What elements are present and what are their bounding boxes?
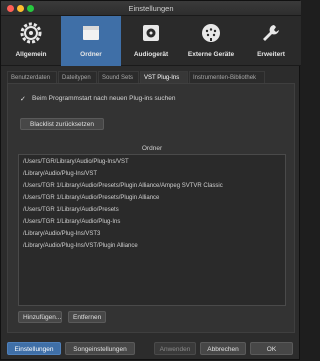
toolbar-item-audiogeraet[interactable]: Audiogerät	[121, 16, 181, 66]
toolbar-item-ordner[interactable]: Ordner	[61, 16, 121, 66]
list-item[interactable]: /Users/TGR 1/Library/Audio/Plug-Ins	[23, 219, 120, 229]
add-folder-button[interactable]: Hinzufügen...	[18, 311, 62, 323]
folder-icon	[83, 26, 99, 40]
toolbar-label: Erweitert	[257, 51, 285, 58]
reset-blacklist-button[interactable]: Blacklist zurücksetzen	[20, 118, 104, 130]
cancel-button[interactable]: Abbrechen	[200, 342, 246, 355]
toolbar-item-erweitert[interactable]: Erweitert	[241, 16, 301, 66]
list-item[interactable]: /Users/TGR 1/Library/Audio/Presets/Plugi…	[23, 183, 223, 193]
audio-device-icon	[143, 25, 159, 41]
folder-list[interactable]: /Users/TGR/Library/Audio/Plug-Ins/VST /L…	[18, 154, 286, 306]
dialog-footer: Einstellungen Songeinstellungen Anwenden…	[1, 337, 301, 361]
tab-vst-plugins[interactable]: VST Plug-Ins	[140, 71, 188, 83]
vst-plugins-panel: ✓ Beim Programmstart nach neuen Plug-ins…	[7, 83, 295, 333]
gear-icon	[20, 22, 42, 44]
tab-sound-sets[interactable]: Sound Sets	[98, 71, 139, 83]
list-item[interactable]: /Users/TGR 1/Library/Audio/Presets/Plugi…	[23, 195, 159, 205]
toolbar-item-externe-geraete[interactable]: Externe Geräte	[181, 16, 241, 66]
toolbar-label: Audiogerät	[133, 51, 169, 58]
window-title: Einstellungen	[128, 4, 174, 13]
tab-dateitypen[interactable]: Dateitypen	[58, 71, 97, 83]
list-item[interactable]: /Library/Audio/Plug-Ins/VST3	[23, 231, 100, 241]
list-item[interactable]: /Library/Audio/Plug-Ins/VST	[23, 171, 97, 181]
toolbar-label: Ordner	[80, 51, 102, 58]
toolbar-label: Allgemein	[15, 51, 47, 58]
list-item[interactable]: /Users/TGR 1/Library/Audio/Presets	[23, 207, 119, 217]
midi-plug-icon	[202, 24, 220, 42]
folder-list-header: Ordner	[141, 145, 163, 152]
list-item[interactable]: /Library/Audio/Plug-Ins/VST/Plugin Allia…	[23, 243, 138, 253]
toolbar-item-allgemein[interactable]: Allgemein	[1, 16, 61, 66]
checkmark-icon[interactable]: ✓	[20, 96, 27, 103]
remove-folder-button[interactable]: Entfernen	[68, 311, 106, 323]
apply-button[interactable]: Anwenden	[154, 342, 196, 355]
title-bar: Einstellungen	[1, 1, 301, 16]
tab-benutzerdaten[interactable]: Benutzerdaten	[7, 71, 57, 83]
folder-tabs: Benutzerdaten Dateitypen Sound Sets VST …	[7, 71, 295, 83]
preferences-window: Einstellungen Allgemein Ordner Audiogerä…	[0, 0, 301, 361]
tab-instrumenten-bibliothek[interactable]: Instrumenten-Bibliothek	[189, 71, 265, 83]
preferences-toolbar: Allgemein Ordner Audiogerät Externe Gerä…	[1, 16, 301, 66]
song-settings-button[interactable]: Songeinstellungen	[65, 342, 135, 355]
ok-button[interactable]: OK	[250, 342, 293, 355]
settings-button[interactable]: Einstellungen	[7, 342, 61, 355]
scan-on-start-label: Beim Programmstart nach neuen Plug-ins s…	[32, 95, 176, 102]
toolbar-label: Externe Geräte	[187, 51, 235, 58]
list-item[interactable]: /Users/TGR/Library/Audio/Plug-Ins/VST	[23, 159, 129, 169]
wrench-icon	[263, 25, 279, 41]
